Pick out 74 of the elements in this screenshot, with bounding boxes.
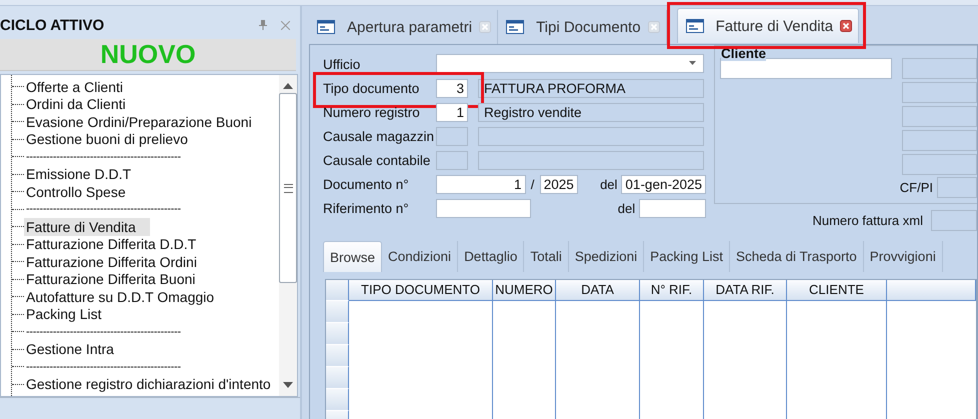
close-icon[interactable]	[840, 20, 852, 32]
tree-item[interactable]: Fatturazione Differita Ordini	[24, 252, 200, 271]
panel-title: CICLO ATTIVO	[0, 16, 106, 34]
customer-field[interactable]	[720, 58, 892, 79]
section-tab[interactable]: Dettaglio	[458, 241, 524, 272]
field-label: Ufficio	[323, 57, 360, 72]
column-header[interactable]: N° RIF.	[640, 280, 704, 301]
window-icon	[686, 19, 704, 33]
window-icon	[317, 20, 335, 34]
section-tab[interactable]: Browse	[323, 241, 382, 272]
section-tab[interactable]: Condizioni	[382, 241, 458, 272]
separator-text: /	[530, 177, 536, 192]
section-tab[interactable]: Totali	[524, 241, 569, 272]
separator-line: ----------------------------------------------	[25, 150, 182, 165]
row-header	[326, 323, 349, 345]
tree-item[interactable]: Fatture di Vendita	[24, 218, 150, 236]
tree-item[interactable]: Controllo Spese	[24, 182, 129, 201]
tree-item[interactable]: Packing List	[24, 305, 104, 324]
field-label: Numero registro	[323, 105, 420, 120]
section-tab[interactable]: Spedizioni	[568, 241, 644, 272]
section-tab[interactable]: Provvigioni	[864, 241, 943, 272]
field-label: Causale magazzin	[323, 129, 434, 144]
tree-item[interactable]: Gestione buoni di prelievo	[24, 130, 191, 148]
down-arrow-icon[interactable]	[283, 382, 293, 388]
code-field[interactable]	[436, 127, 468, 146]
column-header[interactable]: DATA	[556, 280, 640, 301]
code-field[interactable]: 1	[436, 103, 468, 122]
tree-item[interactable]: Evasione Ordini/Preparazione Buoni	[24, 112, 255, 131]
row-header	[326, 345, 349, 367]
description-field: Registro vendite	[478, 103, 704, 122]
dropdown-field[interactable]	[436, 54, 704, 72]
code-field[interactable]	[436, 151, 468, 170]
tree-item[interactable]: Offerte a Clienti	[24, 78, 126, 96]
field-label: Documento n°	[323, 177, 409, 192]
date-field[interactable]: 01-gen-2025	[621, 175, 706, 194]
tree-item[interactable]: Fatturazione Differita D.D.T	[24, 235, 200, 254]
section-tab[interactable]: Packing List	[644, 241, 730, 272]
separator-line: ----------------------------------------------	[25, 202, 182, 218]
date-field[interactable]	[639, 199, 706, 218]
section-tab[interactable]: Scheda di Trasporto	[730, 241, 864, 272]
field-label: Causale contabile	[323, 153, 430, 168]
tree-item[interactable]: Gestione Intra	[24, 340, 117, 358]
up-arrow-icon[interactable]	[283, 83, 293, 89]
scrollbar[interactable]	[279, 75, 297, 396]
description-field: FATTURA PROFORMA	[478, 79, 704, 98]
year-field[interactable]: 2025	[540, 175, 578, 194]
field-label: del	[599, 177, 618, 192]
row-header	[326, 280, 349, 301]
column-header[interactable]: TIPO DOCUMENTO	[349, 280, 493, 301]
dropdown-arrow-icon[interactable]	[689, 61, 696, 65]
column-header[interactable]: NUMERO	[493, 280, 556, 301]
tree-item[interactable]: Fatturazione Differita Buoni	[24, 270, 198, 288]
field-label: Riferimento n°	[323, 201, 409, 216]
row-header	[326, 367, 349, 389]
field-label: CF/PI	[900, 180, 933, 195]
document-tab[interactable]: Fatture di Vendita	[676, 8, 860, 43]
column-header[interactable]: CLIENTE	[787, 280, 887, 301]
row-header	[326, 301, 349, 323]
separator-line: ----------------------------------------------	[25, 324, 182, 340]
number-field[interactable]: 1	[436, 175, 526, 194]
field-label: Tipo documento	[323, 81, 420, 96]
column-header[interactable]: DATA RIF.	[704, 280, 787, 301]
code-field[interactable]: 3	[436, 79, 468, 98]
tree-item[interactable]: Gestione registro dichiarazioni d'intento	[24, 375, 274, 394]
field-label: Numero fattura xml	[812, 213, 923, 228]
pin-icon[interactable]	[259, 20, 267, 30]
field-label: del	[616, 201, 636, 216]
window-icon	[506, 20, 524, 34]
scroll-thumb[interactable]	[279, 93, 297, 283]
tree-item[interactable]: Emissione D.D.T	[24, 165, 134, 184]
tree-item[interactable]: Autofatture su D.D.T Omaggio	[24, 288, 218, 306]
tree-item[interactable]: Ordini da Clienti	[24, 95, 129, 114]
separator-line: ----------------------------------------------	[25, 360, 182, 375]
reference-field[interactable]	[436, 199, 531, 218]
